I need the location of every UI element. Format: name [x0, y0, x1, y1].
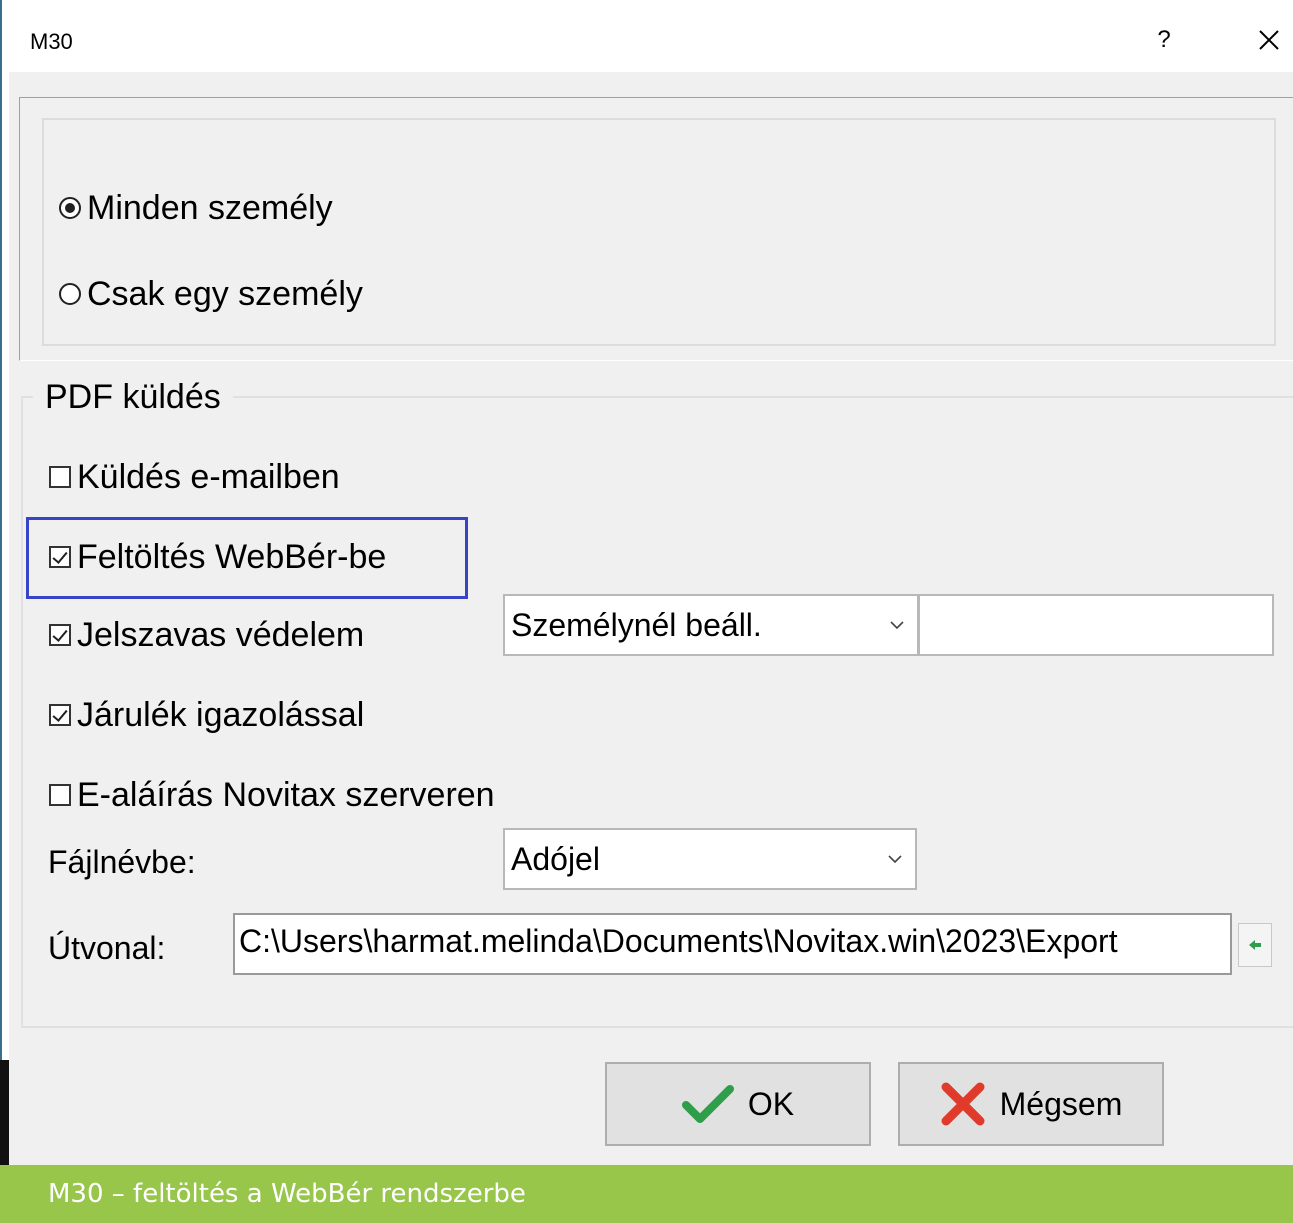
- checkbox-label: Feltöltés WebBér-be: [77, 537, 387, 576]
- x-icon: [940, 1081, 986, 1127]
- password-input[interactable]: [918, 594, 1274, 656]
- select-value: Adójel: [511, 840, 600, 877]
- checkbox-e-signature[interactable]: E-aláírás Novitax szerveren: [49, 770, 495, 820]
- screenshot: M30 ? Minden személy Csak egy személy PD…: [0, 0, 1293, 1223]
- filename-select[interactable]: Adójel: [503, 828, 917, 890]
- background-window-edge: [0, 0, 9, 1165]
- checkbox-label: Jelszavas védelem: [77, 615, 365, 654]
- checkbox-upload-webber[interactable]: Feltöltés WebBér-be: [49, 532, 386, 582]
- checkbox-label: E-aláírás Novitax szerveren: [77, 775, 495, 814]
- checkbox-contribution-certificate[interactable]: Járulék igazolással: [49, 690, 364, 740]
- radio-label: Minden személy: [87, 188, 333, 227]
- m30-dialog: M30 ? Minden személy Csak egy személy PD…: [9, 0, 1293, 1165]
- checkbox-label: Járulék igazolással: [77, 695, 365, 734]
- radio-all-persons[interactable]: Minden személy: [59, 183, 333, 233]
- ok-button[interactable]: OK: [605, 1062, 871, 1146]
- chevron-down-icon: [877, 620, 917, 630]
- checkbox-password-protection[interactable]: Jelszavas védelem: [49, 610, 364, 660]
- filename-label: Fájlnévbe:: [48, 844, 196, 880]
- help-button[interactable]: ?: [1139, 18, 1189, 62]
- background-window-edge-dark: [0, 1060, 9, 1165]
- path-label: Útvonal:: [48, 930, 166, 966]
- checkbox-send-email[interactable]: Küldés e-mailben: [49, 452, 340, 502]
- radio-button[interactable]: [59, 197, 81, 219]
- pdf-send-legend: PDF küldés: [33, 378, 233, 417]
- password-mode-select[interactable]: Személynél beáll.: [503, 594, 919, 656]
- chevron-down-icon: [875, 854, 915, 864]
- ok-button-label: OK: [747, 1085, 795, 1122]
- help-icon: ?: [1157, 26, 1171, 53]
- window-title: M30: [30, 29, 73, 54]
- checkmark-icon: [681, 1083, 734, 1125]
- arrow-left-icon: [1249, 940, 1261, 950]
- close-button[interactable]: [1245, 16, 1293, 64]
- radio-button[interactable]: [59, 283, 81, 305]
- cancel-button[interactable]: Mégsem: [898, 1062, 1164, 1146]
- checkbox[interactable]: [49, 466, 71, 488]
- path-input[interactable]: C:\Users\harmat.melinda\Documents\Novita…: [233, 913, 1232, 975]
- browse-path-button[interactable]: [1238, 923, 1272, 967]
- image-caption: M30 – feltöltés a WebBér rendszerbe: [48, 1179, 526, 1209]
- close-icon: [1259, 30, 1279, 50]
- select-value: Személynél beáll.: [511, 606, 762, 643]
- checkbox[interactable]: [49, 704, 71, 726]
- checkbox-label: Küldés e-mailben: [77, 457, 340, 496]
- radio-label: Csak egy személy: [87, 274, 363, 313]
- checkbox[interactable]: [49, 624, 71, 646]
- title-bar: M30 ?: [9, 0, 1293, 72]
- cancel-button-label: Mégsem: [999, 1085, 1123, 1122]
- checkbox[interactable]: [49, 784, 71, 806]
- checkbox[interactable]: [49, 546, 71, 568]
- radio-one-person[interactable]: Csak egy személy: [59, 269, 363, 319]
